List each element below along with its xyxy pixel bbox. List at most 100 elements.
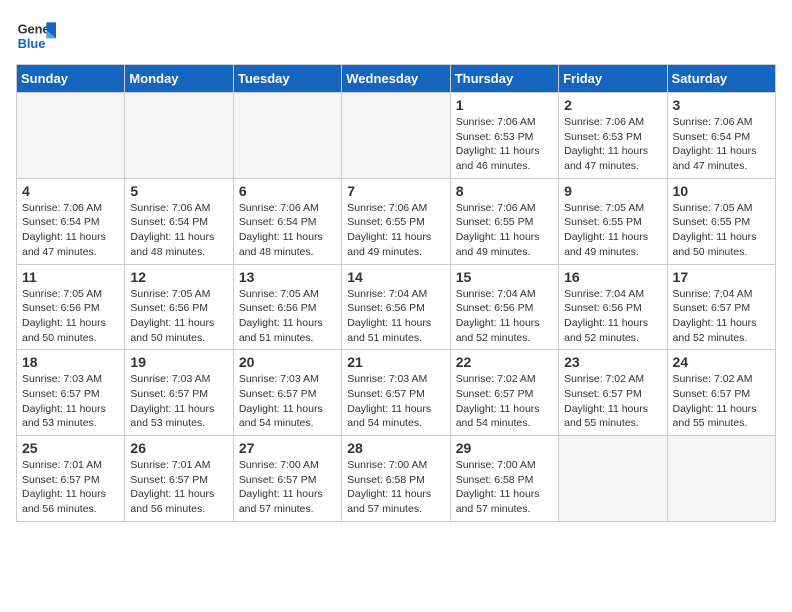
week-row-2: 11 Sunrise: 7:05 AMSunset: 6:56 PMDayligh… <box>17 264 776 350</box>
calendar: SundayMondayTuesdayWednesdayThursdayFrid… <box>16 64 776 522</box>
logo-icon: General Blue <box>16 16 56 56</box>
day-info: Sunrise: 7:06 AMSunset: 6:54 PMDaylight:… <box>239 201 336 260</box>
day-info: Sunrise: 7:02 AMSunset: 6:57 PMDaylight:… <box>456 372 553 431</box>
day-number: 20 <box>239 354 336 370</box>
calendar-cell: 15 Sunrise: 7:04 AMSunset: 6:56 PMDayligh… <box>450 264 558 350</box>
day-number: 3 <box>673 97 770 113</box>
day-info: Sunrise: 7:05 AMSunset: 6:56 PMDaylight:… <box>239 287 336 346</box>
day-header-tuesday: Tuesday <box>233 65 341 93</box>
day-info: Sunrise: 7:05 AMSunset: 6:55 PMDaylight:… <box>564 201 661 260</box>
day-number: 4 <box>22 183 119 199</box>
calendar-cell: 20 Sunrise: 7:03 AMSunset: 6:57 PMDayligh… <box>233 350 341 436</box>
day-info: Sunrise: 7:01 AMSunset: 6:57 PMDaylight:… <box>130 458 227 517</box>
calendar-cell <box>233 93 341 179</box>
calendar-cell: 28Sunrise: 7:00 AMSunset: 6:58 PMDayligh… <box>342 436 450 522</box>
calendar-cell: 17 Sunrise: 7:04 AMSunset: 6:57 PMDayligh… <box>667 264 775 350</box>
day-info: Sunrise: 7:03 AMSunset: 6:57 PMDaylight:… <box>130 372 227 431</box>
calendar-cell: 11 Sunrise: 7:05 AMSunset: 6:56 PMDayligh… <box>17 264 125 350</box>
calendar-cell <box>342 93 450 179</box>
calendar-cell: 7 Sunrise: 7:06 AMSunset: 6:55 PMDaylight… <box>342 178 450 264</box>
day-info: Sunrise: 7:00 AMSunset: 6:57 PMDaylight:… <box>239 458 336 517</box>
calendar-cell <box>125 93 233 179</box>
day-number: 12 <box>130 269 227 285</box>
calendar-cell: 6 Sunrise: 7:06 AMSunset: 6:54 PMDaylight… <box>233 178 341 264</box>
calendar-cell: 13 Sunrise: 7:05 AMSunset: 6:56 PMDayligh… <box>233 264 341 350</box>
day-number: 29 <box>456 440 553 456</box>
day-info: Sunrise: 7:04 AMSunset: 6:57 PMDaylight:… <box>673 287 770 346</box>
day-number: 27 <box>239 440 336 456</box>
day-number: 19 <box>130 354 227 370</box>
day-info: Sunrise: 7:06 AMSunset: 6:54 PMDaylight:… <box>22 201 119 260</box>
day-header-saturday: Saturday <box>667 65 775 93</box>
calendar-cell: 22 Sunrise: 7:02 AMSunset: 6:57 PMDayligh… <box>450 350 558 436</box>
day-number: 14 <box>347 269 444 285</box>
day-number: 1 <box>456 97 553 113</box>
calendar-cell: 2 Sunrise: 7:06 AMSunset: 6:53 PMDaylight… <box>559 93 667 179</box>
day-number: 17 <box>673 269 770 285</box>
day-info: Sunrise: 7:06 AMSunset: 6:53 PMDaylight:… <box>564 115 661 174</box>
day-info: Sunrise: 7:02 AMSunset: 6:57 PMDaylight:… <box>564 372 661 431</box>
day-info: Sunrise: 7:06 AMSunset: 6:55 PMDaylight:… <box>456 201 553 260</box>
day-header-monday: Monday <box>125 65 233 93</box>
calendar-cell: 25 Sunrise: 7:01 AMSunset: 6:57 PMDayligh… <box>17 436 125 522</box>
day-header-friday: Friday <box>559 65 667 93</box>
calendar-cell: 21Sunrise: 7:03 AMSunset: 6:57 PMDayligh… <box>342 350 450 436</box>
day-number: 26 <box>130 440 227 456</box>
header: General Blue <box>16 16 776 56</box>
day-number: 6 <box>239 183 336 199</box>
day-info: Sunrise: 7:03 AMSunset: 6:57 PMDaylight:… <box>22 372 119 431</box>
calendar-cell: 1 Sunrise: 7:06 AMSunset: 6:53 PMDaylight… <box>450 93 558 179</box>
calendar-cell: 19 Sunrise: 7:03 AMSunset: 6:57 PMDayligh… <box>125 350 233 436</box>
day-info: Sunrise: 7:06 AMSunset: 6:55 PMDaylight:… <box>347 201 444 260</box>
day-number: 22 <box>456 354 553 370</box>
week-row-0: 1 Sunrise: 7:06 AMSunset: 6:53 PMDaylight… <box>17 93 776 179</box>
day-number: 5 <box>130 183 227 199</box>
day-number: 16 <box>564 269 661 285</box>
day-header-wednesday: Wednesday <box>342 65 450 93</box>
day-info: Sunrise: 7:06 AMSunset: 6:54 PMDaylight:… <box>130 201 227 260</box>
calendar-cell <box>559 436 667 522</box>
day-number: 7 <box>347 183 444 199</box>
day-number: 10 <box>673 183 770 199</box>
day-number: 8 <box>456 183 553 199</box>
day-info: Sunrise: 7:06 AMSunset: 6:53 PMDaylight:… <box>456 115 553 174</box>
day-info: Sunrise: 7:04 AMSunset: 6:56 PMDaylight:… <box>456 287 553 346</box>
day-info: Sunrise: 7:03 AMSunset: 6:57 PMDaylight:… <box>239 372 336 431</box>
calendar-cell: 24Sunrise: 7:02 AMSunset: 6:57 PMDayligh… <box>667 350 775 436</box>
calendar-cell: 23 Sunrise: 7:02 AMSunset: 6:57 PMDayligh… <box>559 350 667 436</box>
day-number: 13 <box>239 269 336 285</box>
week-row-4: 25 Sunrise: 7:01 AMSunset: 6:57 PMDayligh… <box>17 436 776 522</box>
day-number: 11 <box>22 269 119 285</box>
day-number: 2 <box>564 97 661 113</box>
day-info: Sunrise: 7:05 AMSunset: 6:56 PMDaylight:… <box>22 287 119 346</box>
week-row-1: 4 Sunrise: 7:06 AMSunset: 6:54 PMDaylight… <box>17 178 776 264</box>
day-info: Sunrise: 7:04 AMSunset: 6:56 PMDaylight:… <box>564 287 661 346</box>
calendar-cell: 16 Sunrise: 7:04 AMSunset: 6:56 PMDayligh… <box>559 264 667 350</box>
day-info: Sunrise: 7:05 AMSunset: 6:55 PMDaylight:… <box>673 201 770 260</box>
day-info: Sunrise: 7:01 AMSunset: 6:57 PMDaylight:… <box>22 458 119 517</box>
calendar-cell: 27 Sunrise: 7:00 AMSunset: 6:57 PMDayligh… <box>233 436 341 522</box>
day-info: Sunrise: 7:00 AMSunset: 6:58 PMDaylight:… <box>456 458 553 517</box>
header-row: SundayMondayTuesdayWednesdayThursdayFrid… <box>17 65 776 93</box>
logo: General Blue <box>16 16 56 56</box>
day-number: 23 <box>564 354 661 370</box>
day-info: Sunrise: 7:05 AMSunset: 6:56 PMDaylight:… <box>130 287 227 346</box>
calendar-cell: 18 Sunrise: 7:03 AMSunset: 6:57 PMDayligh… <box>17 350 125 436</box>
svg-text:Blue: Blue <box>18 36 46 51</box>
calendar-cell: 4 Sunrise: 7:06 AMSunset: 6:54 PMDaylight… <box>17 178 125 264</box>
calendar-cell: 29 Sunrise: 7:00 AMSunset: 6:58 PMDayligh… <box>450 436 558 522</box>
calendar-cell: 5 Sunrise: 7:06 AMSunset: 6:54 PMDaylight… <box>125 178 233 264</box>
calendar-cell: 26 Sunrise: 7:01 AMSunset: 6:57 PMDayligh… <box>125 436 233 522</box>
day-info: Sunrise: 7:00 AMSunset: 6:58 PMDaylight:… <box>347 458 444 517</box>
day-header-sunday: Sunday <box>17 65 125 93</box>
day-info: Sunrise: 7:03 AMSunset: 6:57 PMDaylight:… <box>347 372 444 431</box>
day-number: 24 <box>673 354 770 370</box>
day-number: 15 <box>456 269 553 285</box>
calendar-cell: 14 Sunrise: 7:04 AMSunset: 6:56 PMDayligh… <box>342 264 450 350</box>
calendar-cell <box>667 436 775 522</box>
day-number: 25 <box>22 440 119 456</box>
day-number: 18 <box>22 354 119 370</box>
day-info: Sunrise: 7:04 AMSunset: 6:56 PMDaylight:… <box>347 287 444 346</box>
day-info: Sunrise: 7:06 AMSunset: 6:54 PMDaylight:… <box>673 115 770 174</box>
day-number: 9 <box>564 183 661 199</box>
